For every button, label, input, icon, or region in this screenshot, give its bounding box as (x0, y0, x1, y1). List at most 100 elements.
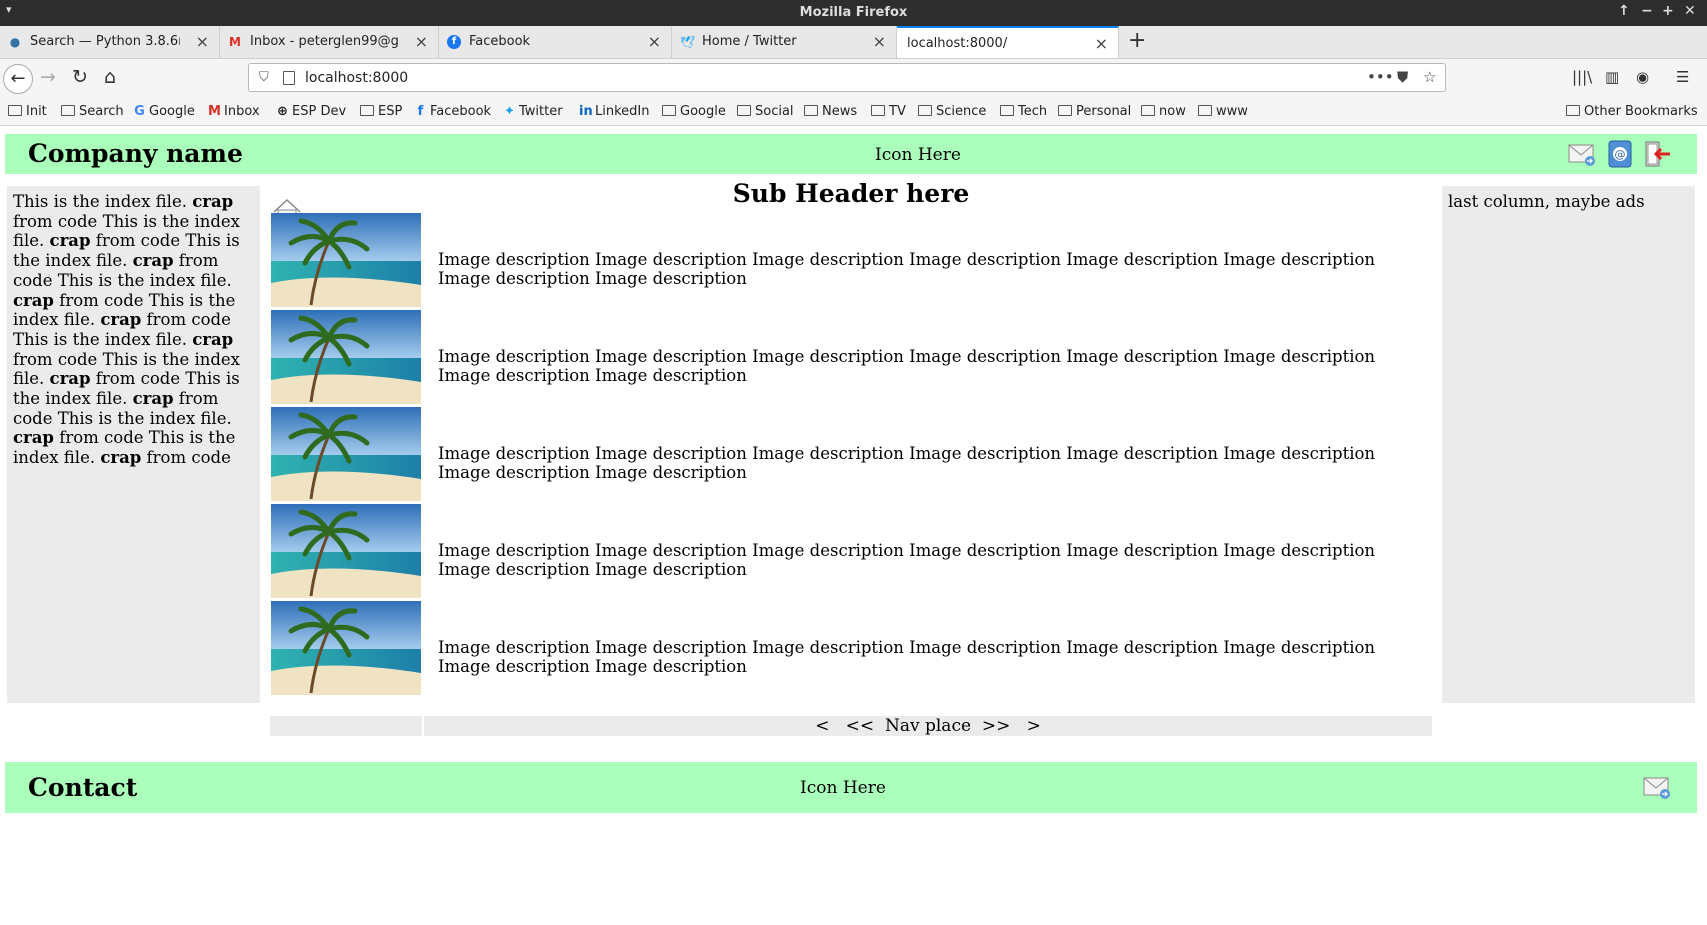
bookmark-twitter[interactable]: ✦ Twitter (503, 104, 563, 119)
bookmark-google[interactable]: G Google (133, 104, 195, 119)
other-bookmarks[interactable]: Other Bookmarks (1566, 104, 1698, 119)
bookmark-search[interactable]: Search (61, 104, 124, 119)
bookmark-label: Social (755, 104, 794, 119)
sidebar-icon[interactable]: ▥ (1605, 68, 1619, 86)
account-icon[interactable]: ◉ (1636, 68, 1649, 86)
mail-icon[interactable] (1567, 139, 1597, 169)
bookmark-facebook[interactable]: f Facebook (414, 104, 491, 119)
window-title: Mozilla Firefox (799, 5, 908, 20)
folder-icon (737, 105, 751, 116)
tab-strip: ● Search — Python 3.8.6rc1 d × M Inbox -… (0, 26, 1707, 59)
bookmark-www[interactable]: www (1198, 104, 1248, 119)
bookmark-label: Other Bookmarks (1584, 104, 1698, 119)
tab-localhost[interactable]: localhost:8000/ × (897, 26, 1119, 58)
library-icon[interactable]: |||\ (1572, 68, 1592, 86)
mail-icon[interactable] (1642, 772, 1672, 802)
page-footer: Contact Icon Here (5, 762, 1697, 813)
navigation-toolbar: ← → ↻ ⌂ ⛉ localhost:8000 ••• ⛊ ☆ |||\ ▥ … (0, 59, 1707, 97)
folder-icon (360, 105, 374, 116)
pocket-icon[interactable]: ⛊ (1397, 68, 1408, 86)
shield-icon[interactable]: ⛉ (259, 70, 269, 85)
maximize-icon[interactable]: + (1662, 3, 1674, 19)
home-button[interactable]: ⌂ (104, 66, 116, 88)
bookmark-star-icon[interactable]: ☆ (1423, 68, 1436, 86)
svg-text:@: @ (1615, 148, 1626, 161)
tab-label: Search — Python 3.8.6rc1 d (30, 34, 180, 49)
folder-icon (918, 105, 932, 116)
nav-first-link[interactable]: < (815, 716, 829, 736)
image-description: Image description Image description Imag… (438, 638, 1376, 676)
forward-button[interactable]: → (40, 66, 56, 88)
crap-bold-text: crap (192, 329, 234, 349)
folder-icon (8, 105, 22, 116)
beach-palm-image[interactable] (271, 213, 421, 307)
bookmark-label: News (822, 104, 858, 119)
bookmark-science[interactable]: Science (918, 104, 986, 119)
beach-palm-image[interactable] (271, 601, 421, 695)
tab-python-search[interactable]: ● Search — Python 3.8.6rc1 d × (0, 26, 220, 58)
bookmark-label: Init (26, 104, 47, 119)
bookmark-label: ESP (378, 104, 403, 119)
crap-bold-text: crap (100, 310, 142, 330)
bookmark-social[interactable]: Social (737, 104, 794, 119)
close-tab-icon[interactable]: × (196, 32, 209, 51)
tab-label: localhost:8000/ (907, 36, 1008, 51)
url-text[interactable]: localhost:8000 (305, 70, 408, 86)
close-tab-icon[interactable]: × (873, 32, 886, 51)
crap-bold-text: crap (132, 389, 174, 409)
pagination-spacer (270, 716, 422, 736)
bookmark-label: ESP Dev (292, 104, 347, 119)
nav-next-link[interactable]: >> (982, 716, 1011, 736)
nav-prev-link[interactable]: << (846, 716, 875, 736)
image-row: Image description Image description Imag… (271, 407, 1431, 501)
bookmark-label: Inbox (224, 104, 260, 119)
minimize-icon[interactable]: − (1641, 3, 1653, 19)
beach-palm-image[interactable] (271, 407, 421, 501)
folder-icon (1058, 105, 1072, 116)
bookmarks-toolbar: Init Search G Google M Inbox ⊕ ESP Dev ESP … (0, 97, 1707, 126)
bookmark-personal[interactable]: Personal (1058, 104, 1131, 119)
bookmark-init[interactable]: Init (8, 104, 47, 119)
page-info-icon[interactable] (283, 71, 295, 85)
back-button[interactable]: ← (3, 64, 33, 94)
image-description: Image description Image description Imag… (438, 541, 1376, 579)
bookmark-google-folder[interactable]: Google (662, 104, 726, 119)
app-menu-icon[interactable]: ☰ (1676, 68, 1689, 86)
bookmark-tv[interactable]: TV (871, 104, 906, 119)
bookmark-label: www (1216, 104, 1248, 119)
reload-button[interactable]: ↻ (72, 66, 88, 88)
crap-bold-text: crap (132, 251, 174, 271)
address-book-icon[interactable]: @ (1605, 139, 1635, 169)
tab-twitter[interactable]: 🕊 Home / Twitter × (672, 26, 897, 58)
linkedin-icon: in (579, 104, 593, 119)
bookmark-tech[interactable]: Tech (1000, 104, 1047, 119)
bookmark-now[interactable]: now (1141, 104, 1186, 119)
tab-facebook[interactable]: f Facebook × (439, 26, 672, 58)
close-window-icon[interactable]: ✕ (1684, 3, 1696, 19)
footer-icon-placeholder: Icon Here (800, 778, 886, 798)
tab-gmail-inbox[interactable]: M Inbox - peterglen99@gmail × (220, 26, 439, 58)
sub-header: Sub Header here (732, 179, 970, 208)
close-tab-icon[interactable]: × (415, 32, 428, 51)
image-row: Image description Image description Imag… (271, 601, 1431, 695)
bookmark-news[interactable]: News (804, 104, 857, 119)
beach-palm-image[interactable] (271, 504, 421, 598)
logout-icon[interactable] (1642, 139, 1672, 169)
bookmark-label: Tech (1018, 104, 1048, 119)
close-tab-icon[interactable]: × (648, 32, 661, 51)
window-up-icon[interactable]: ↑ (1618, 3, 1630, 19)
image-row: Image description Image description Imag… (271, 504, 1431, 598)
bookmark-esp-dev[interactable]: ⊕ ESP Dev (276, 104, 346, 119)
nav-last-link[interactable]: > (1027, 716, 1041, 736)
bookmark-linkedin[interactable]: in LinkedIn (579, 104, 649, 119)
new-tab-button[interactable]: + (1128, 28, 1146, 53)
bookmark-esp[interactable]: ESP (360, 104, 402, 119)
nav-place-label: Nav place (884, 716, 972, 736)
close-tab-icon[interactable]: × (1095, 34, 1108, 53)
beach-palm-image[interactable] (271, 310, 421, 404)
folder-icon (871, 105, 885, 116)
url-bar[interactable]: ⛉ localhost:8000 ••• ⛊ ☆ (248, 63, 1446, 92)
bookmark-inbox[interactable]: M Inbox (208, 104, 260, 119)
page-actions-icon[interactable]: ••• (1367, 68, 1394, 86)
facebook-icon: f (447, 35, 461, 49)
